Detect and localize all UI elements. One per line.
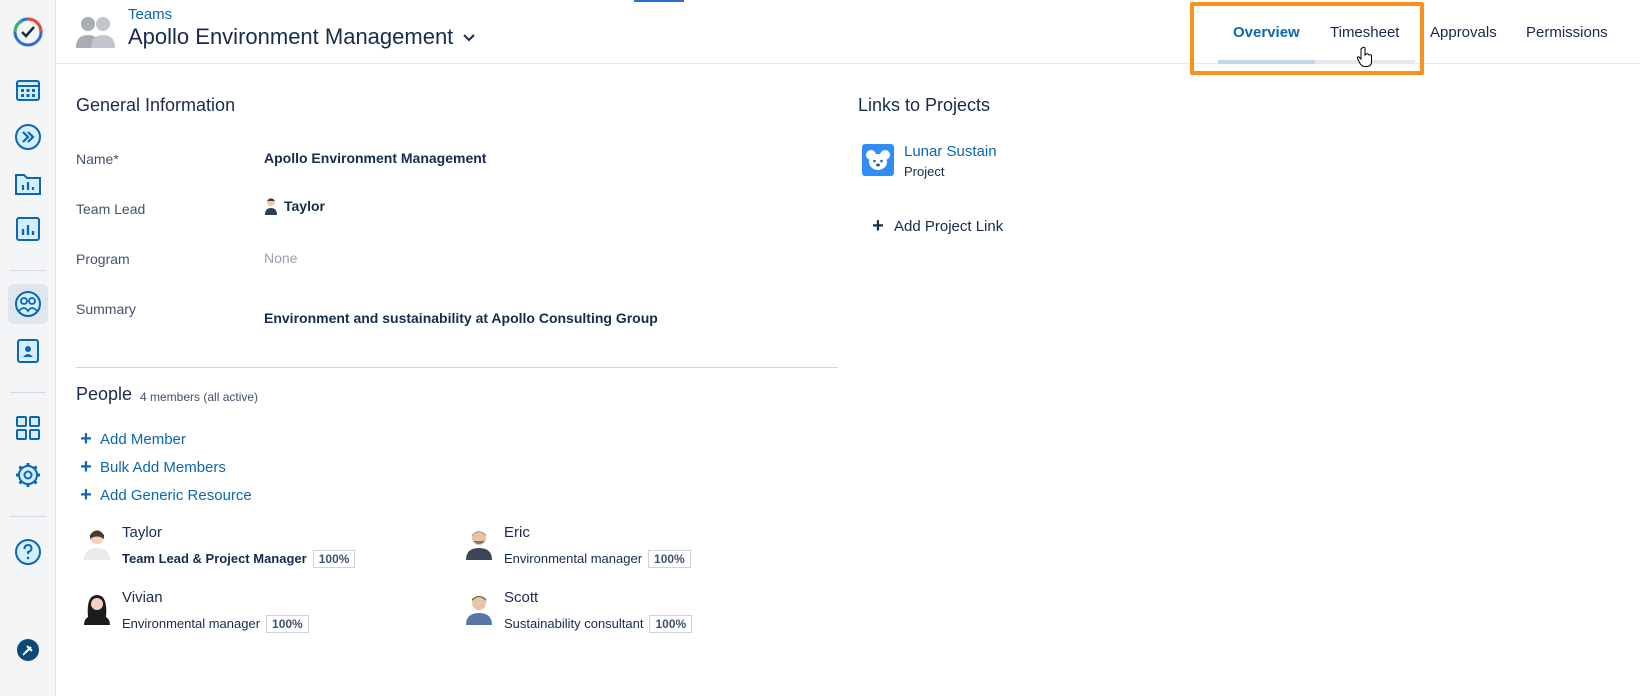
member-name: Vivian (122, 589, 163, 606)
add-generic-resource-label: Add Generic Resource (100, 486, 252, 504)
member-role: Sustainability consultant 100% (504, 615, 693, 633)
avatar (265, 198, 277, 215)
apps-grid-icon[interactable] (8, 408, 48, 448)
fast-forward-icon[interactable] (8, 117, 48, 157)
field-value-summary[interactable]: Environment and sustainability at Apollo… (264, 310, 658, 326)
general-info-title: General Information (76, 95, 236, 115)
pin-icon[interactable] (8, 630, 48, 670)
allocation-badge: 100% (648, 550, 691, 568)
links-title: Links to Projects (858, 95, 991, 115)
tab-progress-fill (1218, 60, 1315, 64)
page-title[interactable]: Apollo Environment Management (128, 24, 477, 50)
field-label-name: Name* (76, 151, 119, 167)
field-value-name[interactable]: Apollo Environment Management (264, 150, 486, 166)
allocation-badge: 100% (312, 550, 356, 568)
member-role: Team Lead & Project Manager 100% (122, 550, 356, 568)
field-label-program: Program (76, 251, 130, 267)
tab-approvals[interactable]: Approvals (1430, 24, 1497, 41)
field-value-program[interactable]: None (264, 250, 297, 266)
field-label-summary: Summary (76, 301, 136, 317)
hand-cursor-icon (1357, 46, 1372, 67)
bulk-add-members-button[interactable]: + Bulk Add Members (78, 457, 226, 477)
bar-chart-icon[interactable] (8, 209, 48, 249)
top-indicator (634, 0, 684, 2)
project-koala-icon (862, 144, 894, 176)
section-divider (76, 367, 838, 368)
sidebar (0, 0, 56, 696)
plus-icon: + (80, 484, 92, 506)
member-role: Environmental manager 100% (122, 615, 309, 633)
teams-icon[interactable] (8, 284, 48, 324)
add-generic-resource-button[interactable]: + Add Generic Resource (78, 485, 252, 505)
plus-icon: + (872, 215, 884, 237)
project-link[interactable]: Lunar Sustain (904, 143, 997, 160)
member-name: Taylor (122, 524, 163, 541)
avatar (84, 595, 110, 625)
help-icon[interactable] (8, 532, 48, 572)
people-count: 4 members (all active) (140, 390, 259, 404)
avatar (84, 530, 110, 560)
team-lead-value[interactable]: Taylor (264, 197, 325, 215)
add-project-link-label: Add Project Link (894, 217, 1004, 235)
add-member-button[interactable]: + Add Member (78, 429, 186, 449)
breadcrumb[interactable]: Teams (128, 6, 172, 23)
add-project-link-button[interactable]: + Add Project Link (870, 216, 1003, 236)
header: Teams Apollo Environment Management Over… (56, 0, 1640, 67)
logo-check-icon[interactable] (8, 12, 48, 52)
folder-chart-icon[interactable] (8, 163, 48, 203)
team-lead-name: Taylor (284, 198, 325, 214)
field-label-team-lead: Team Lead (76, 201, 146, 217)
page-title-text: Apollo Environment Management (128, 24, 454, 49)
allocation-badge: 100% (649, 615, 693, 633)
allocation-badge: 100% (266, 615, 309, 633)
project-type: Project (904, 164, 945, 179)
chevron-down-icon (463, 34, 476, 42)
bulk-add-label: Bulk Add Members (100, 458, 226, 476)
avatar (466, 596, 492, 625)
tab-timesheet[interactable]: Timesheet (1330, 24, 1399, 41)
tab-permissions[interactable]: Permissions (1526, 24, 1608, 41)
plus-icon: + (80, 456, 92, 478)
member-name: Eric (504, 524, 530, 541)
people-title: People (76, 384, 133, 404)
team-avatar-icon (74, 14, 118, 50)
tab-overview[interactable]: Overview (1233, 24, 1300, 41)
add-member-label: Add Member (100, 430, 186, 448)
calendar-icon[interactable] (8, 70, 48, 110)
member-role: Environmental manager 100% (504, 550, 691, 568)
person-card-icon[interactable] (8, 331, 48, 371)
gear-icon[interactable] (8, 455, 48, 495)
avatar (466, 531, 492, 560)
member-name: Scott (504, 589, 539, 606)
plus-icon: + (80, 428, 92, 450)
